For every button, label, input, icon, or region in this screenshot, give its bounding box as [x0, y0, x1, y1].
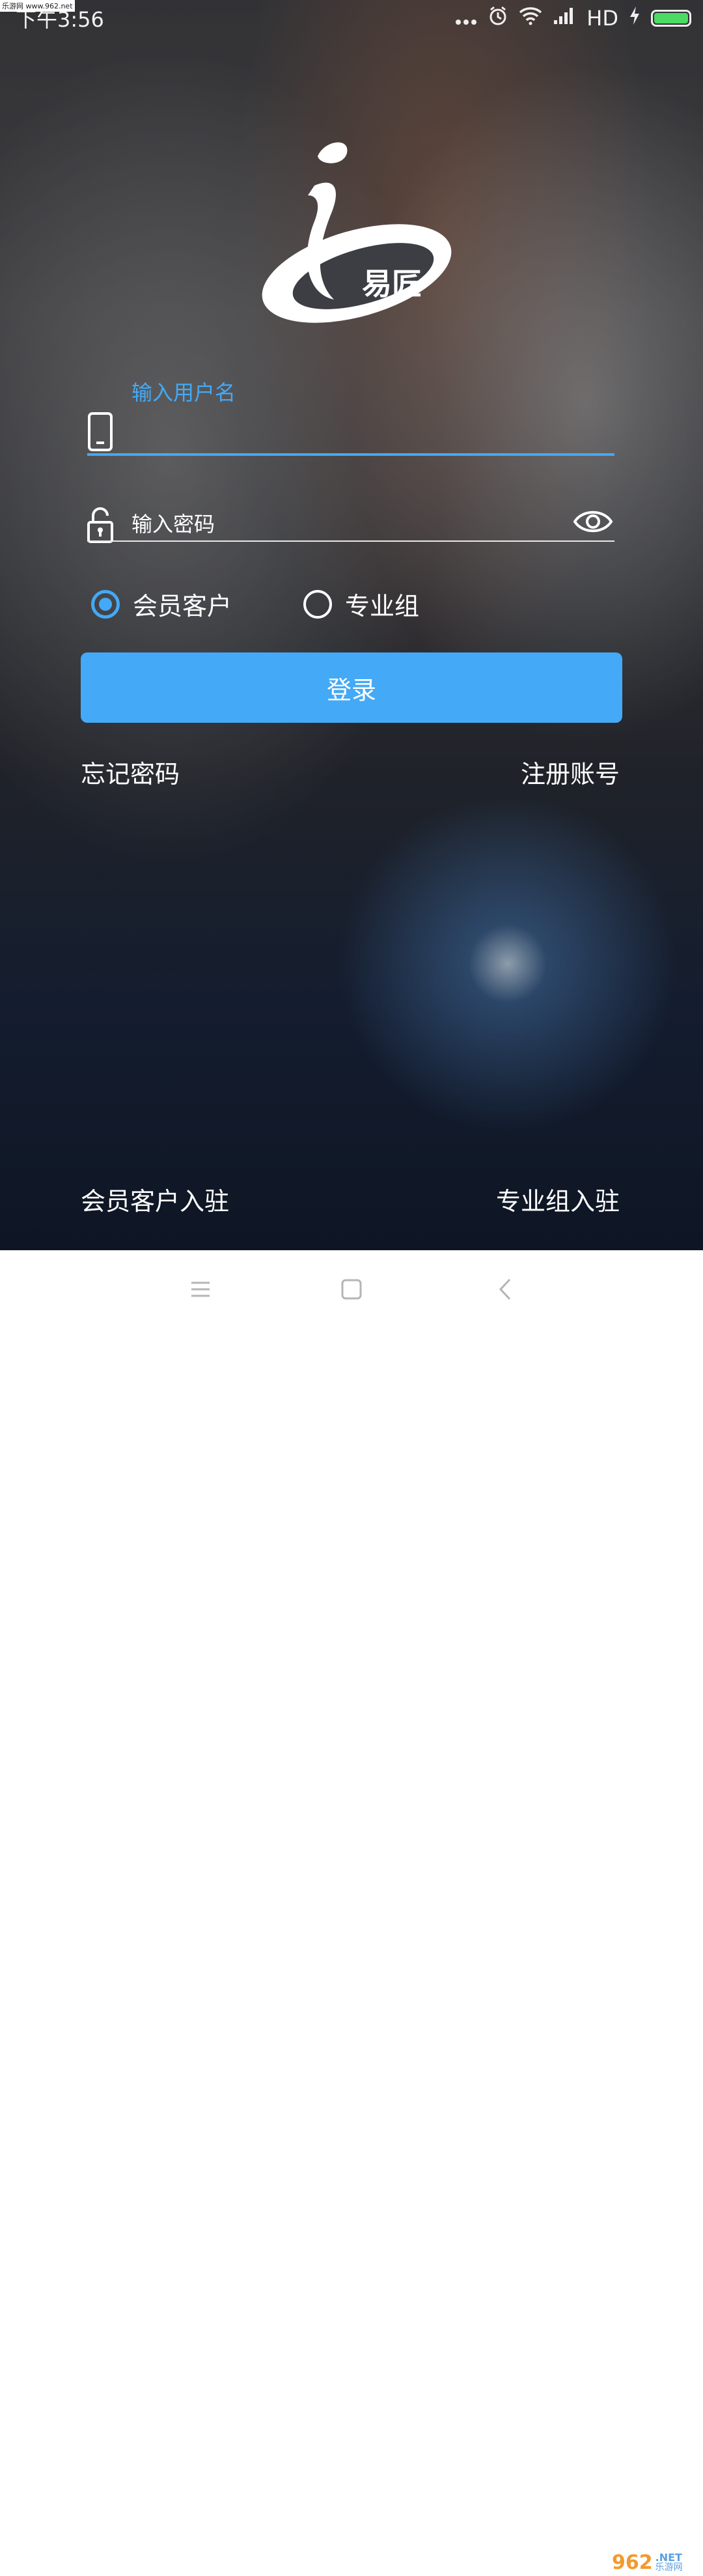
- back-button[interactable]: [484, 1268, 526, 1310]
- eye-icon[interactable]: [573, 507, 613, 537]
- username-underline: [87, 453, 614, 456]
- radio-checked-icon: [91, 589, 120, 619]
- more-icon: [455, 6, 477, 31]
- watermark-number: 962: [612, 2551, 653, 2574]
- username-field[interactable]: [87, 409, 614, 455]
- member-join-link[interactable]: 会员客户入驻: [81, 1181, 229, 1217]
- username-label: 输入用户名: [131, 380, 236, 405]
- battery-icon: [651, 10, 691, 27]
- register-link[interactable]: 注册账号: [521, 754, 620, 790]
- radio-member[interactable]: 会员客户: [91, 586, 232, 622]
- forgot-password-link[interactable]: 忘记密码: [81, 754, 180, 790]
- wifi-icon: [519, 6, 542, 31]
- radio-unchecked-icon: [303, 589, 332, 619]
- navigation-bar: 962 .NET 乐游网: [0, 1250, 703, 2574]
- brand-name: 易匠: [362, 266, 422, 301]
- radio-pro-label: 专业组: [345, 592, 420, 621]
- password-underline: [87, 540, 614, 542]
- radio-pro[interactable]: 专业组: [303, 586, 419, 622]
- back-icon: [499, 1278, 511, 1300]
- menu-icon: [191, 1281, 210, 1297]
- charging-icon: [629, 6, 641, 31]
- role-selector: 会员客户 专业组: [91, 586, 612, 625]
- signal-icon: [553, 6, 576, 31]
- brand-logo: [262, 142, 452, 323]
- watermark-cn: 乐游网: [655, 2562, 683, 2573]
- radio-member-label: 会员客户: [133, 592, 232, 621]
- menu-button[interactable]: [180, 1268, 221, 1310]
- lock-icon: [87, 507, 113, 543]
- alarm-icon: [488, 5, 508, 31]
- phone-icon: [88, 412, 113, 451]
- watermark-net: .NET: [655, 2551, 682, 2564]
- password-placeholder: 输入密码: [131, 512, 215, 537]
- site-watermark: 962 .NET 乐游网: [612, 2549, 699, 2576]
- pro-join-link[interactable]: 专业组入驻: [496, 1181, 620, 1217]
- login-button[interactable]: 登录: [81, 652, 622, 723]
- home-button[interactable]: [331, 1268, 372, 1310]
- home-icon: [341, 1279, 362, 1300]
- status-bar: 乐游网 www.962.net 下午3:56 HD: [0, 0, 703, 36]
- site-tag: 乐游网 www.962.net: [0, 0, 75, 12]
- network-type: HD: [586, 6, 618, 31]
